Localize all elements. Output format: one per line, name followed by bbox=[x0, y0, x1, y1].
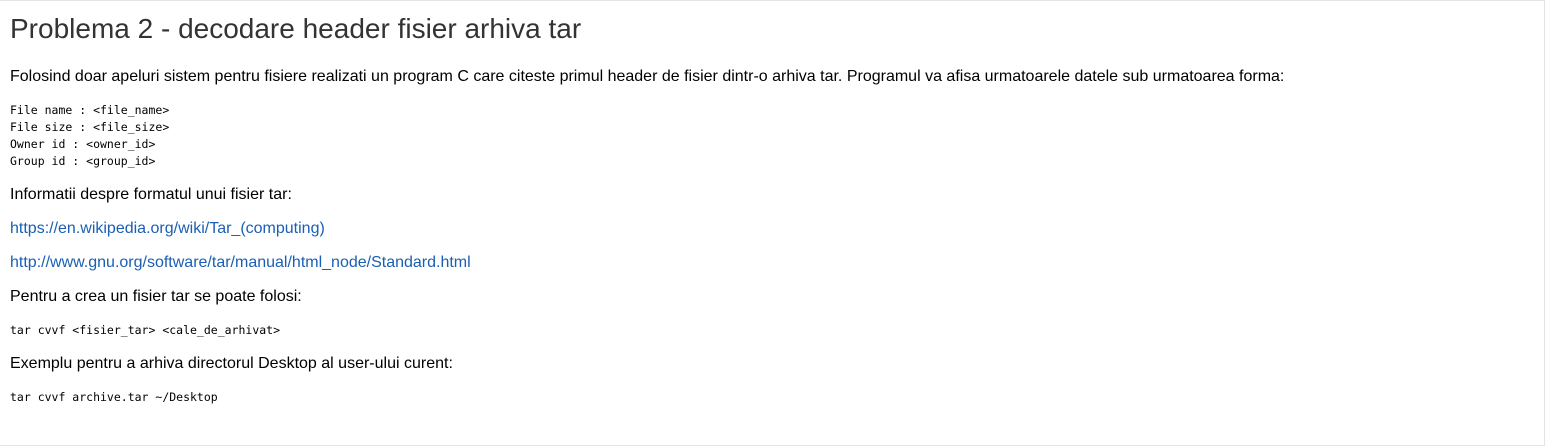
link-paragraph: https://en.wikipedia.org/wiki/Tar_(compu… bbox=[10, 220, 1534, 238]
link-paragraph: http://www.gnu.org/software/tar/manual/h… bbox=[10, 254, 1534, 272]
output-format-block: File name : <file_name> File size : <fil… bbox=[10, 102, 1534, 170]
wikipedia-tar-link[interactable]: https://en.wikipedia.org/wiki/Tar_(compu… bbox=[10, 220, 325, 237]
gnu-tar-standard-link[interactable]: http://www.gnu.org/software/tar/manual/h… bbox=[10, 254, 471, 271]
info-heading: Informatii despre formatul unui fisier t… bbox=[10, 186, 292, 203]
create-command-block: tar cvvf <fisier_tar> <cale_de_arhivat> bbox=[10, 323, 281, 337]
page-title: Problema 2 - decodare header fisier arhi… bbox=[10, 13, 582, 44]
problem-page: Problema 2 - decodare header fisier arhi… bbox=[0, 0, 1545, 446]
output-format-line: File name : <file_name> bbox=[10, 103, 170, 117]
output-format-line: File size : <file_size> bbox=[10, 120, 170, 134]
problem-content: Problema 2 - decodare header fisier arhi… bbox=[10, 9, 1534, 422]
output-format-line: Group id : <group_id> bbox=[10, 154, 156, 168]
example-text: Exemplu pentru a arhiva directorul Deskt… bbox=[10, 355, 453, 372]
output-format-line: Owner id : <owner_id> bbox=[10, 137, 156, 151]
example-command-block: tar cvvf archive.tar ~/Desktop bbox=[10, 390, 218, 404]
intro-paragraph: Folosind doar apeluri sistem pentru fisi… bbox=[10, 68, 1285, 85]
create-tar-text: Pentru a crea un fisier tar se poate fol… bbox=[10, 288, 302, 305]
